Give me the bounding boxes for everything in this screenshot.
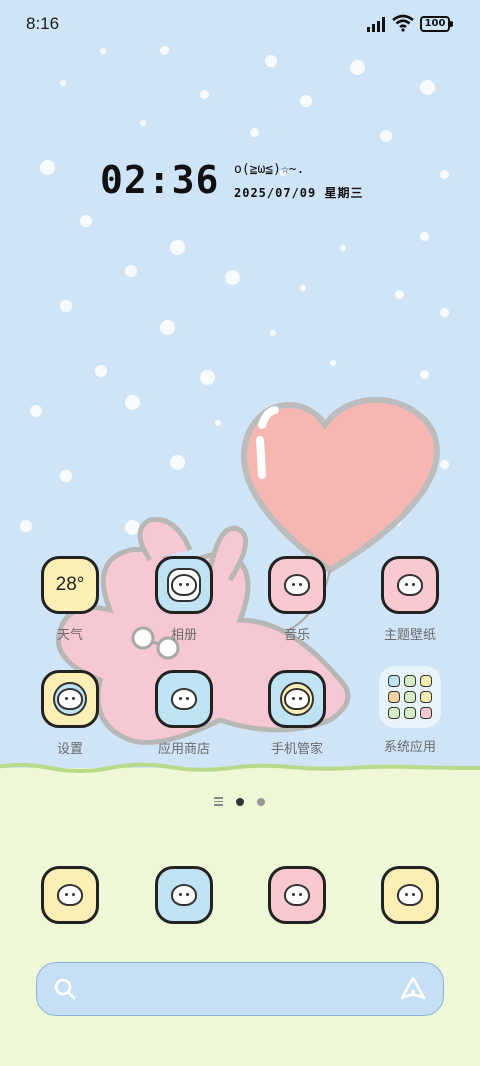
snow-dot	[200, 90, 209, 99]
folder-icon	[379, 666, 441, 728]
wifi-icon	[392, 14, 414, 32]
settings-icon	[41, 670, 99, 728]
mini-app-icon	[388, 691, 400, 703]
signal-icon	[367, 17, 385, 32]
gallery-icon	[155, 556, 213, 614]
snow-dot	[125, 265, 137, 277]
phone-icon	[41, 866, 99, 924]
snow-dot	[300, 285, 306, 291]
weather-icon: 28°	[41, 556, 99, 614]
app-label-system-apps: 系统应用	[383, 740, 436, 755]
app-label-security: 手机管家	[270, 742, 323, 757]
app-label-gallery: 相册	[170, 628, 197, 643]
bunny-face-icon	[284, 884, 310, 906]
app-label-music: 音乐	[283, 628, 310, 643]
widget-kaomoji: o(≧ω≦)☆~.	[234, 162, 305, 177]
snow-dot	[420, 370, 429, 379]
app-store[interactable]: 应用商店	[134, 670, 234, 757]
mini-app-icon	[404, 707, 416, 719]
app-label-weather: 天气	[56, 628, 83, 643]
dock-app-camera[interactable]	[360, 866, 460, 924]
snow-dot	[60, 300, 72, 312]
snow-dot	[265, 55, 277, 67]
snow-dot	[420, 232, 429, 241]
browser-icon	[268, 866, 326, 924]
bunny-planet-icon	[171, 884, 197, 906]
snow-dot	[170, 240, 185, 255]
app-label-settings: 设置	[56, 742, 83, 757]
page-indicator[interactable]	[0, 796, 480, 808]
bunny-headphones-icon	[284, 574, 310, 596]
status-time: 8:16	[26, 14, 60, 33]
bunny-paint-icon	[397, 574, 423, 596]
app-store-icon	[155, 670, 213, 728]
themes-icon	[381, 556, 439, 614]
snow-dot	[340, 245, 346, 251]
mini-app-icon	[420, 691, 432, 703]
app-label-themes: 主题壁纸	[383, 628, 436, 643]
bunny-camera-icon	[397, 884, 423, 906]
snow-dot	[440, 308, 449, 317]
page-dot-active	[236, 798, 244, 806]
app-label-app-store: 应用商店	[157, 742, 210, 757]
snow-dot	[160, 320, 175, 335]
app-weather[interactable]: 28° 天气	[20, 556, 120, 643]
battery-icon: 100	[420, 16, 453, 32]
dock-app-browser[interactable]	[247, 866, 347, 924]
snow-dot	[350, 60, 365, 75]
app-settings[interactable]: 设置	[20, 670, 120, 757]
messages-icon	[155, 866, 213, 924]
mini-app-icon	[404, 691, 416, 703]
app-security[interactable]: 手机管家	[247, 670, 347, 757]
mini-app-icon	[388, 707, 400, 719]
snow-dot	[80, 215, 92, 227]
weather-temperature: 28°	[55, 574, 85, 595]
search-bar[interactable]	[36, 962, 444, 1016]
snow-dot	[330, 360, 336, 366]
snow-dot	[270, 330, 276, 336]
menu-lines-icon	[214, 797, 223, 806]
snow-dot	[250, 128, 259, 137]
app-themes[interactable]: 主题壁纸	[360, 556, 460, 643]
folder-system-apps[interactable]: 系统应用	[360, 666, 460, 755]
snow-dot	[440, 170, 449, 179]
widget-clock: 02:36	[100, 158, 220, 202]
snow-dot	[300, 95, 312, 107]
search-icon	[54, 978, 76, 1000]
bunny-face-icon	[171, 574, 197, 596]
app-music[interactable]: 音乐	[247, 556, 347, 643]
snow-dot	[225, 270, 240, 285]
page-dot	[257, 798, 265, 806]
camera-icon	[381, 866, 439, 924]
assistant-icon[interactable]	[399, 976, 427, 1002]
bunny-face-icon	[57, 688, 83, 710]
mini-app-icon	[404, 675, 416, 687]
bunny-bag-icon	[171, 688, 197, 710]
snow-dot	[420, 80, 435, 95]
dock-app-phone[interactable]	[20, 866, 120, 924]
bunny-phone-icon	[57, 884, 83, 906]
dock-app-messages[interactable]	[134, 866, 234, 924]
music-icon	[268, 556, 326, 614]
mini-app-icon	[388, 675, 400, 687]
mini-app-icon	[420, 675, 432, 687]
bunny-face-icon	[284, 688, 310, 710]
mini-app-icon	[420, 707, 432, 719]
snow-dot	[95, 365, 107, 377]
snow-dot	[40, 160, 55, 175]
status-bar: 8:16 100	[0, 0, 480, 50]
snow-dot	[395, 290, 404, 299]
snow-dot	[140, 120, 146, 126]
security-icon	[268, 670, 326, 728]
app-gallery[interactable]: 相册	[134, 556, 234, 643]
snow-dot	[60, 80, 66, 86]
widget-date: 2025/07/09 星期三	[234, 186, 364, 200]
snow-dot	[380, 130, 392, 142]
